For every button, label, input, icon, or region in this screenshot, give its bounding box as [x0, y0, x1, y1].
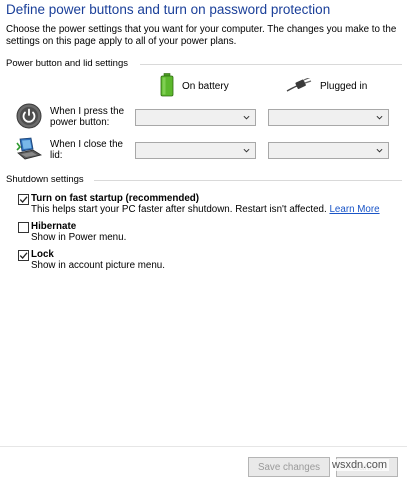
lock-title: Lock	[31, 249, 54, 260]
watermark-text: wsxdn.com	[330, 459, 390, 471]
shutdown-section-divider	[94, 180, 402, 181]
lid-battery-dropdown[interactable]	[135, 142, 256, 159]
page-title: Define power buttons and turn on passwor…	[6, 2, 331, 17]
save-changes-button[interactable]: Save changes	[248, 457, 330, 477]
hibernate-checkbox[interactable]	[18, 222, 29, 233]
column-header-on-battery: On battery	[160, 72, 229, 100]
column-header-label: On battery	[182, 80, 229, 92]
fast-startup-checkbox[interactable]	[18, 194, 29, 205]
chevron-down-icon	[243, 115, 250, 120]
power-section-label: Power button and lid settings	[6, 58, 128, 69]
checkmark-icon	[19, 196, 28, 203]
power-button-row-label: When I press the power button:	[50, 106, 125, 128]
hibernate-description: Show in Power menu.	[31, 232, 127, 243]
checkmark-icon	[19, 252, 28, 259]
learn-more-link[interactable]: Learn More	[329, 204, 379, 215]
hibernate-option: Hibernate Show in Power menu.	[31, 221, 401, 243]
lock-description: Show in account picture menu.	[31, 260, 165, 271]
page-intro: Choose the power settings that you want …	[6, 24, 397, 47]
fast-startup-description-text: This helps start your PC faster after sh…	[31, 204, 327, 215]
column-header-label: Plugged in	[320, 80, 368, 92]
lid-row-label: When I close the lid:	[50, 139, 123, 161]
lid-plugged-dropdown[interactable]	[268, 142, 389, 159]
lock-option: Lock Show in account picture menu.	[31, 249, 401, 271]
battery-icon	[160, 72, 174, 100]
chevron-down-icon	[243, 148, 250, 153]
hibernate-title: Hibernate	[31, 221, 77, 232]
power-plug-icon	[286, 75, 312, 95]
column-header-plugged-in: Plugged in	[286, 73, 367, 99]
footer-divider	[0, 446, 407, 447]
power-button-plugged-dropdown[interactable]	[268, 109, 389, 126]
lock-checkbox[interactable]	[18, 250, 29, 261]
fast-startup-title: Turn on fast startup (recommended)	[31, 193, 200, 204]
chevron-down-icon	[376, 148, 383, 153]
power-button-battery-dropdown[interactable]	[135, 109, 256, 126]
power-button-icon	[16, 103, 42, 132]
fast-startup-description: This helps start your PC faster after sh…	[31, 204, 401, 215]
fast-startup-option: Turn on fast startup (recommended) This …	[31, 193, 401, 215]
laptop-lid-icon	[16, 137, 43, 164]
power-section-divider	[140, 64, 402, 65]
shutdown-section-label: Shutdown settings	[6, 174, 84, 185]
chevron-down-icon	[376, 115, 383, 120]
